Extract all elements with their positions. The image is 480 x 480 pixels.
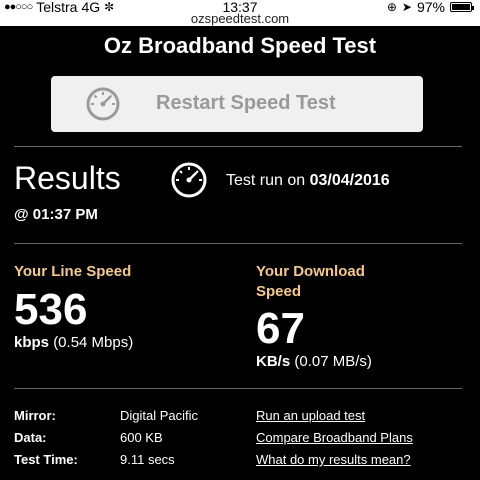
battery-icon	[450, 2, 474, 12]
results-meaning-link[interactable]: What do my results mean?	[256, 452, 411, 467]
test-run-date: Test run on 03/04/2016	[226, 172, 390, 190]
download-speed-label: Your Download Speed	[256, 262, 365, 302]
mirror-key: Mirror:	[14, 408, 56, 423]
divider	[14, 146, 462, 147]
test-run-date-value: 03/04/2016	[309, 172, 390, 189]
upload-test-link[interactable]: Run an upload test	[256, 408, 365, 423]
download-speed-unit: KB/s (0.07 MB/s)	[256, 353, 372, 370]
page-title: Oz Broadband Speed Test	[103, 33, 377, 58]
test-time-key: Test Time:	[14, 452, 78, 467]
divider	[14, 243, 462, 244]
download-speed-unit-label: KB/s	[256, 353, 291, 370]
line-speed-alt: (0.54 Mbps)	[53, 334, 134, 351]
test-run-time: @ 01:37 PM	[14, 206, 98, 223]
download-speed-alt: (0.07 MB/s)	[294, 353, 372, 370]
data-value: 600 KB	[120, 430, 163, 445]
divider	[14, 388, 462, 389]
download-speed-label-line1: Your Download	[256, 263, 365, 280]
line-speed-value: 536	[14, 285, 88, 334]
restart-speed-test-button[interactable]: Restart Speed Test	[51, 76, 423, 132]
test-time-value: 9.11 secs	[120, 452, 175, 467]
status-bar: ●●○○○ Telstra 4G ✼ 13:37 ⊕ ➤ 97% ozspeed…	[0, 0, 480, 26]
restart-button-label: Restart Speed Test	[156, 92, 336, 114]
test-run-prefix: Test run on	[226, 172, 306, 189]
download-speed-label-line2: Speed	[256, 283, 302, 300]
compare-plans-link[interactable]: Compare Broadband Plans	[256, 430, 413, 445]
line-speed-label: Your Line Speed	[14, 263, 132, 280]
results-title: Results	[14, 160, 121, 196]
mirror-value: Digital Pacific	[120, 408, 199, 423]
line-speed-unit: kbps (0.54 Mbps)	[14, 334, 133, 351]
speedometer-icon	[171, 162, 207, 198]
line-speed-unit-label: kbps	[14, 334, 50, 351]
download-speed-value: 67	[256, 304, 305, 353]
data-key: Data:	[14, 430, 47, 445]
speedometer-icon	[86, 87, 120, 121]
url-bar[interactable]: ozspeedtest.com	[0, 12, 480, 26]
